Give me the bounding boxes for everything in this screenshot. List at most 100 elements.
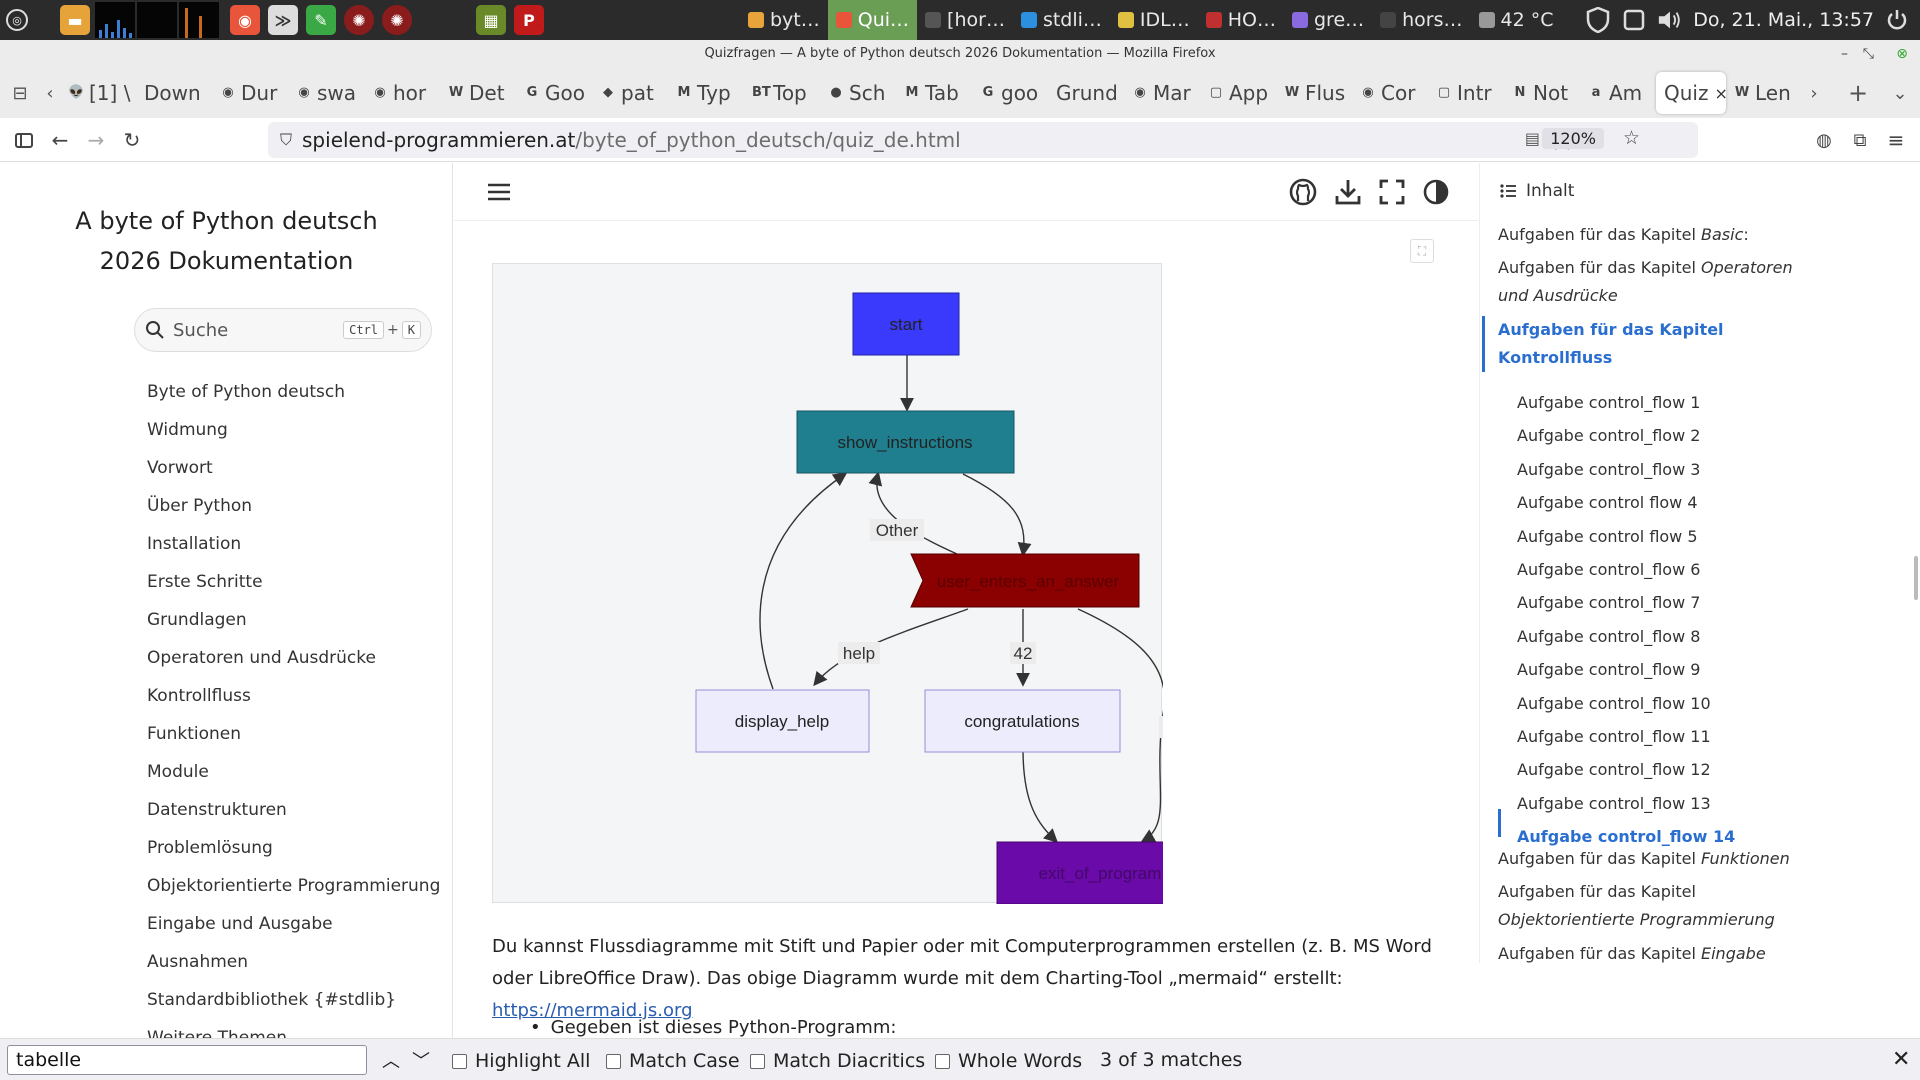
sidebar-nav-item[interactable]: Über Python <box>147 487 440 525</box>
sidebar-nav-item[interactable]: Problemlösung <box>147 829 440 867</box>
sidebar-nav-item[interactable]: Weitere Themen <box>147 1019 440 1038</box>
tab-3[interactable]: ◉ swa <box>288 72 364 114</box>
sidebar-nav-item[interactable]: Funktionen <box>147 715 440 753</box>
sidebar-nav-item[interactable]: Installation <box>147 525 440 563</box>
toc-subitem[interactable]: Aufgabe control_flow 2 <box>1517 422 1700 450</box>
match-case-checkbox[interactable]: Match Case <box>606 1050 740 1072</box>
minimize-icon[interactable]: – <box>1841 40 1848 68</box>
tab-21[interactable]: Quiz × <box>1656 72 1726 114</box>
tab-12[interactable]: Ggoo <box>972 72 1048 114</box>
tab-2[interactable]: ◉ Dur <box>212 72 288 114</box>
tab-11[interactable]: M Tab <box>896 72 972 114</box>
extensions-icon[interactable]: ⧉ <box>1842 122 1878 158</box>
reload-icon[interactable]: ↻ <box>114 122 150 158</box>
close-tab-icon[interactable]: × <box>1714 84 1726 103</box>
restore-icon[interactable]: ⤡ <box>1863 40 1874 68</box>
tab-20[interactable]: a Am <box>1580 72 1656 114</box>
find-input[interactable] <box>7 1045 367 1075</box>
sidebar-nav-item[interactable]: Standardbibliothek {#stdlib} <box>147 981 440 1019</box>
volume-icon[interactable] <box>1657 7 1683 33</box>
tab-7[interactable]: ◆ pat <box>592 72 668 114</box>
toc-item-eingabe[interactable]: Aufgaben für das Kapitel Eingabe und <box>1498 940 1798 963</box>
tab-5[interactable]: W Det <box>440 72 516 114</box>
tab-9[interactable]: BT Top <box>744 72 820 114</box>
app-launcher-icon[interactable]: ✺ <box>344 5 374 35</box>
github-icon[interactable] <box>1288 177 1318 207</box>
whole-words-checkbox[interactable]: Whole Words <box>935 1050 1082 1072</box>
account-icon[interactable]: ◍ <box>1806 122 1842 158</box>
toc-subitem[interactable]: Aufgabe control_flow 1 <box>1517 389 1700 417</box>
toc-subitem[interactable]: Aufgabe control_flow 7 <box>1517 589 1700 617</box>
browser-launcher-icon[interactable]: ◉ <box>230 5 260 35</box>
toc-subitem[interactable]: Aufgabe control_flow 6 <box>1517 556 1700 584</box>
diagram-expand-icon[interactable]: ⛶ <box>1410 239 1434 263</box>
back-icon[interactable]: ← <box>42 122 78 158</box>
sidebar-nav-item[interactable]: Operatoren und Ausdrücke <box>147 639 440 677</box>
task-1[interactable]: Qui… <box>827 0 918 40</box>
clock[interactable]: Do, 21. Mai., 13:57 <box>1693 9 1874 31</box>
highlight-all-checkbox[interactable]: Highlight All <box>452 1050 590 1072</box>
site-title[interactable]: A byte of Python deutsch 2026 Dokumentat… <box>0 201 452 281</box>
toc-item-operatoren[interactable]: Aufgaben für das Kapitel Operatoren und A… <box>1498 254 1798 310</box>
sidebar-nav-item[interactable]: Objektorientierte Programmierung <box>147 867 440 905</box>
system-menu-icon[interactable]: ◎ <box>6 9 28 31</box>
site-info-icon[interactable]: ⛉ <box>280 130 292 150</box>
terminal-launcher-icon[interactable]: ≫ <box>268 5 298 35</box>
files-icon[interactable]: ▬ <box>60 5 90 35</box>
url-bar[interactable]: ⛉ spielend-programmieren.at/byte_of_pyth… <box>268 122 1698 158</box>
task-4[interactable]: IDL… <box>1110 0 1198 40</box>
app-menu-icon[interactable]: ≡ <box>1878 122 1914 158</box>
task-7[interactable]: hors… <box>1372 0 1470 40</box>
tab-1[interactable]: Down <box>136 72 212 114</box>
find-previous-icon[interactable]: ︿ <box>382 1047 400 1073</box>
reader-view-icon[interactable]: ▤ <box>1525 129 1540 148</box>
sidebar-nav-item[interactable]: Grundlagen <box>147 601 440 639</box>
task-0[interactable]: byt… <box>740 0 828 40</box>
task-2[interactable]: [hor… <box>917 0 1013 40</box>
app-launcher-icon-2[interactable]: ✺ <box>382 5 412 35</box>
power-icon[interactable] <box>1884 7 1910 33</box>
scroll-tabs-right-icon[interactable]: › <box>1802 73 1826 113</box>
sidebar-nav-item[interactable]: Erste Schritte <box>147 563 440 601</box>
bookmark-star-icon[interactable]: ☆ <box>1623 127 1640 149</box>
fullscreen-icon[interactable] <box>1377 177 1407 207</box>
tab-15[interactable]: ▢ App <box>1200 72 1276 114</box>
toc-item-funktionen[interactable]: Aufgaben für das Kapitel Funktionen <box>1498 845 1798 873</box>
task-5[interactable]: HO… <box>1198 0 1284 40</box>
tab-13[interactable]: Grund <box>1048 72 1124 114</box>
new-tab-icon[interactable]: + <box>1838 73 1878 113</box>
toc-item-basic[interactable]: Aufgaben für das Kapitel Basic: <box>1498 221 1798 249</box>
sidebar-nav-item[interactable]: Eingabe und Ausgabe <box>147 905 440 943</box>
zoom-level-button[interactable]: 120% <box>1542 128 1604 149</box>
task-3[interactable]: stdli… <box>1013 0 1110 40</box>
tab-8[interactable]: M Typ <box>668 72 744 114</box>
search-button[interactable]: Suche Ctrl + K <box>134 308 432 352</box>
close-findbar-icon[interactable]: ✕ <box>1892 1047 1910 1072</box>
tab-4[interactable]: ◉ hor <box>364 72 440 114</box>
tab-17[interactable]: ◉ Cor <box>1352 72 1428 114</box>
editor-launcher-icon[interactable]: ✎ <box>306 5 336 35</box>
toc-subitem[interactable]: Aufgabe control_flow 9 <box>1517 656 1700 684</box>
tab-0[interactable]: 👽 [1] \ <box>60 72 136 114</box>
tab-22[interactable]: W Len <box>1726 72 1802 114</box>
shield-icon[interactable] <box>1585 7 1611 33</box>
match-diacritics-checkbox[interactable]: Match Diacritics <box>750 1050 925 1072</box>
pdf-launcher-icon[interactable]: P <box>514 5 544 35</box>
hamburger-menu-icon[interactable] <box>484 177 514 207</box>
sidebar-nav-item[interactable]: Kontrollfluss <box>147 677 440 715</box>
toc-subitem[interactable]: Aufgabe control flow 5 <box>1517 523 1698 551</box>
theme-toggle-icon[interactable] <box>1421 177 1451 207</box>
tab-19[interactable]: N Not <box>1504 72 1580 114</box>
game-launcher-icon[interactable]: ▦ <box>476 5 506 35</box>
tab-14[interactable]: ◉ Mar <box>1124 72 1200 114</box>
toc-subitem[interactable]: Aufgabe control_flow 13 <box>1517 790 1711 818</box>
tab-10[interactable]: ● Sch <box>820 72 896 114</box>
find-next-icon[interactable]: ﹀ <box>412 1047 430 1073</box>
task-6[interactable]: gre… <box>1284 0 1372 40</box>
tab-18[interactable]: ▢ Intr <box>1428 72 1504 114</box>
scroll-tabs-left-icon[interactable]: ‹ <box>40 73 60 113</box>
sidebar-nav-item[interactable]: Module <box>147 753 440 791</box>
storage-icon[interactable] <box>1621 7 1647 33</box>
forward-icon[interactable]: → <box>78 122 114 158</box>
toc-subitem[interactable]: Aufgabe control flow 4 <box>1517 489 1698 517</box>
